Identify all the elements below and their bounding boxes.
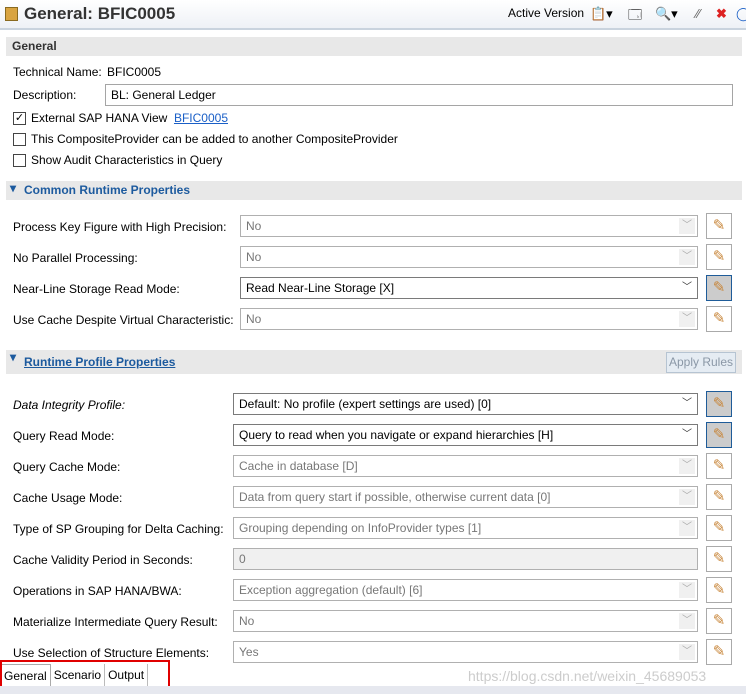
chevron-down-icon: ﹀	[679, 520, 695, 536]
property-select: No ﹀	[233, 610, 698, 632]
apply-rules-button[interactable]: Apply Rules	[666, 352, 736, 373]
editor-header: General: BFIC0005 Active Version 📋▾ 🗔 🔍▾…	[0, 0, 746, 30]
edit-pencil-button[interactable]: ✎	[706, 484, 732, 510]
description-label: Description:	[13, 88, 77, 102]
property-select: Grouping depending on InfoProvider types…	[233, 517, 698, 539]
checkbox-label: External SAP HANA View	[31, 111, 168, 125]
property-select: Data from query start if possible, other…	[233, 486, 698, 508]
edit-pencil-button[interactable]: ✎	[706, 244, 732, 270]
property-select: No ﹀	[240, 308, 698, 330]
property-label: Materialize Intermediate Query Result:	[13, 615, 218, 629]
property-label: Process Key Figure with High Precision:	[13, 220, 227, 234]
technical-name-value: BFIC0005	[107, 65, 162, 79]
common-runtime-section[interactable]: Common Runtime Properties	[6, 181, 742, 200]
property-label: Data Integrity Profile:	[13, 398, 126, 412]
general-section: General	[6, 37, 742, 56]
property-label: No Parallel Processing:	[13, 251, 138, 265]
edit-pencil-button[interactable]: ✎	[706, 639, 732, 665]
property-label: Operations in SAP HANA/BWA:	[13, 584, 182, 598]
property-select: Yes ﹀	[233, 641, 698, 663]
highlight-box	[0, 660, 170, 688]
edit-pencil-button[interactable]: ✎	[706, 306, 732, 332]
edit-pencil-button[interactable]: ✎	[706, 608, 732, 634]
chevron-down-icon: ﹀	[679, 427, 695, 443]
property-label: Use Cache Despite Virtual Characteristic…	[13, 313, 234, 327]
chevron-down-icon: ﹀	[679, 311, 695, 327]
runtime-profile-section[interactable]: Runtime Profile Properties	[6, 350, 742, 374]
link-icon[interactable]: ⁄⁄	[696, 6, 700, 21]
property-select[interactable]: Query to read when you navigate or expan…	[233, 424, 698, 446]
property-label: Type of SP Grouping for Delta Caching:	[13, 522, 224, 536]
edit-pencil-button[interactable]: ✎	[706, 213, 732, 239]
description-input[interactable]: BL: General Ledger	[105, 84, 733, 106]
active-version-label: Active Version	[508, 6, 585, 20]
property-label: Query Read Mode:	[13, 429, 115, 443]
checkbox-label: Show Audit Characteristics in Query	[31, 153, 223, 167]
property-select: Cache in database [D] ﹀	[233, 455, 698, 477]
object-icon[interactable]: 🗔	[628, 6, 642, 28]
property-select: No ﹀	[240, 246, 698, 268]
property-label: Query Cache Mode:	[13, 460, 121, 474]
chevron-down-icon: ﹀	[679, 396, 695, 412]
edit-pencil-button[interactable]: ✎	[706, 391, 732, 417]
edit-pencil-button[interactable]: ✎	[706, 515, 732, 541]
property-label: Cache Usage Mode:	[13, 491, 123, 505]
property-label: Cache Validity Period in Seconds:	[13, 553, 193, 567]
edit-pencil-button[interactable]: ✎	[706, 546, 732, 572]
page-title: General: BFIC0005	[24, 4, 176, 23]
chevron-down-icon: ﹀	[679, 644, 695, 660]
property-select: No ﹀	[240, 215, 698, 237]
chevron-down-icon: ﹀	[679, 218, 695, 234]
property-select[interactable]: Default: No profile (expert settings are…	[233, 393, 698, 415]
edit-pencil-button[interactable]: ✎	[706, 453, 732, 479]
property-select[interactable]: Read Near-Line Storage [X] ﹀	[240, 277, 698, 299]
chevron-down-icon: ﹀	[679, 280, 695, 296]
checkbox[interactable]	[13, 133, 26, 146]
composite-provider-icon	[5, 7, 18, 21]
property-label: Near-Line Storage Read Mode:	[13, 282, 180, 296]
property-select: 0	[233, 548, 698, 570]
chevron-down-icon: ﹀	[679, 582, 695, 598]
technical-name-label: Technical Name:	[13, 65, 102, 79]
help-icon[interactable]: ◯	[736, 6, 746, 22]
property-label: Use Selection of Structure Elements:	[13, 646, 210, 660]
checkbox[interactable]: ✓	[13, 112, 26, 125]
status-strip	[0, 686, 746, 694]
checkbox[interactable]	[13, 154, 26, 167]
edit-pencil-button[interactable]: ✎	[706, 577, 732, 603]
chevron-down-icon: ﹀	[679, 249, 695, 265]
search-icon[interactable]: 🔍▾	[655, 6, 678, 22]
version-icon[interactable]: 📋▾	[590, 6, 613, 22]
watermark: https://blog.csdn.net/weixin_45689053	[468, 668, 707, 684]
edit-pencil-button[interactable]: ✎	[706, 422, 732, 448]
close-icon[interactable]: ✖	[716, 6, 727, 22]
hana-view-link[interactable]: BFIC0005	[174, 111, 228, 125]
property-select: Exception aggregation (default) [6] ﹀	[233, 579, 698, 601]
chevron-down-icon: ﹀	[679, 613, 695, 629]
chevron-down-icon: ﹀	[679, 489, 695, 505]
edit-pencil-button[interactable]: ✎	[706, 275, 732, 301]
chevron-down-icon: ﹀	[679, 458, 695, 474]
checkbox-label: This CompositeProvider can be added to a…	[31, 132, 398, 146]
